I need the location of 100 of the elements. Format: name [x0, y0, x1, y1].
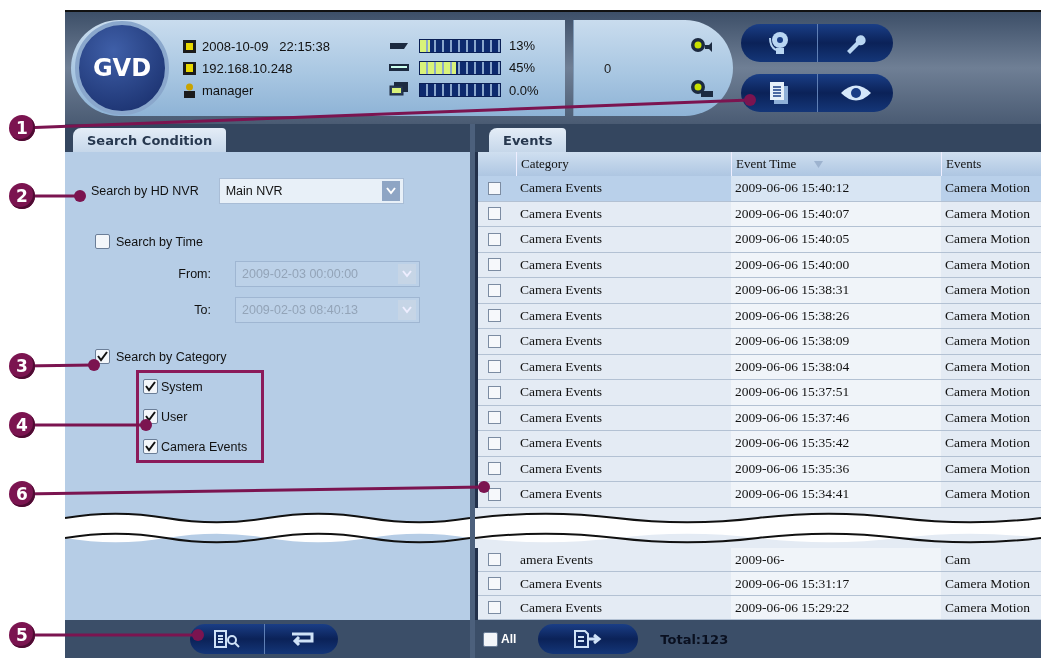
events-tab[interactable]: Events [489, 128, 567, 152]
event-row[interactable]: Camera Events 2009-06-06 15:35:36 Camera Motion [478, 456, 1041, 482]
row-checkbox[interactable] [488, 181, 501, 195]
category-label: System [161, 379, 203, 394]
event-counter: 0 [604, 60, 612, 76]
export-button[interactable] [538, 624, 639, 654]
table-cell-text: Camera Events [519, 408, 604, 427]
select-all-label: All [501, 632, 517, 646]
table-cell-text: Camera Events [519, 281, 604, 300]
event-row[interactable]: Camera Events 2009-06-06 15:40:07 Camera Motion [478, 201, 1041, 227]
event-row[interactable]: Camera Events 2009-06-06 15:38:31 Camera Motion [478, 278, 1041, 304]
row-checkbox[interactable] [488, 334, 501, 348]
event-row[interactable]: Camera Events 2009-06-06 15:35:42 Camera Motion [478, 431, 1041, 457]
table-cell-text: Camera Events [519, 332, 604, 351]
row-checkbox[interactable] [488, 283, 501, 297]
row-checkbox[interactable] [488, 385, 501, 399]
nvr-label: Search by HD NVR [91, 184, 199, 198]
date-icon [183, 39, 196, 53]
row-checkbox[interactable] [488, 360, 501, 374]
row-checkbox[interactable] [488, 553, 501, 566]
nvr-dropdown[interactable]: Main NVR [218, 178, 404, 204]
logo: GVD [75, 21, 169, 115]
row-checkbox[interactable] [488, 462, 501, 476]
row-checkbox[interactable] [488, 232, 501, 246]
checkbox[interactable] [143, 379, 158, 394]
table-cell-text: Camera Events [519, 383, 604, 402]
callout-number: 1 [9, 115, 35, 141]
date-time: 2008-10-09 22:15:38 [202, 38, 330, 54]
search-condition-tab[interactable]: Search Condition [73, 128, 227, 152]
table-cell: 2009-06-06 15:38:04 [731, 354, 941, 379]
row-checkbox[interactable] [488, 309, 501, 323]
view-button[interactable] [817, 74, 893, 112]
table-cell-text: Camera Events [519, 459, 604, 478]
table-cell-text: Camera Motion [944, 179, 1032, 198]
row-checkbox[interactable] [488, 487, 501, 501]
table-cell: 2009-06-06 15:29:22 [731, 596, 941, 619]
chip-icon [388, 40, 410, 51]
list-search-icon [214, 630, 240, 648]
event-row[interactable]: Camera Events 2009-06-06 15:40:12 Camera Motion [478, 176, 1041, 202]
memory-icon [388, 61, 410, 74]
event-row[interactable]: Camera Events 2009-06-06 15:34:41 Camera Motion [478, 482, 1041, 508]
table-cell-text: Camera Motion [944, 306, 1032, 325]
total-count: Total:123 [660, 631, 729, 647]
table-cell: 2009-06-06 15:38:31 [731, 278, 941, 303]
callout-number: 5 [9, 622, 35, 648]
event-row[interactable]: Camera Events 2009-06-06 15:40:00 Camera Motion [478, 252, 1041, 278]
table-cell-text: Camera Motion [944, 332, 1032, 351]
table-cell-text: Camera Events [519, 255, 604, 274]
table-cell-text: Camera Events [519, 485, 604, 504]
table-cell-text: Camera Motion [944, 281, 1032, 300]
row-checkbox[interactable] [488, 577, 501, 590]
table-cell-text: Camera Motion [944, 574, 1032, 593]
callout-number: 6 [9, 481, 35, 507]
table-cell-text: amera Events [519, 550, 595, 569]
camera-icon[interactable] [689, 79, 715, 99]
table-cell: 2009-06-06 15:37:46 [731, 405, 941, 430]
event-row[interactable]: Camera Events 2009-06-06 15:37:51 Camera Motion [478, 380, 1041, 406]
checkbox[interactable] [143, 439, 158, 454]
event-row[interactable]: Camera Events 2009-06-06 15:40:05 Camera Motion [478, 227, 1041, 253]
table-cell: 2009-06-06 15:35:36 [731, 456, 941, 481]
row-checkbox[interactable] [488, 207, 501, 221]
meter-reading: 13% [509, 38, 536, 53]
event-row[interactable]: Camera Events 2009-06-06 15:29:22 Camera Motion [478, 596, 1041, 620]
alarm-button[interactable] [741, 24, 817, 62]
table-cell-text: Camera Motion [944, 255, 1032, 274]
checkbox[interactable] [483, 631, 498, 647]
log-button[interactable] [741, 74, 817, 112]
checkmark-icon [97, 351, 108, 362]
row-checkbox[interactable] [488, 411, 501, 425]
event-row[interactable]: Camera Events 2009-06-06 15:38:09 Camera Motion [478, 329, 1041, 355]
ip-address: 192.168.10.248 [202, 60, 293, 76]
caret-icon [385, 187, 396, 195]
table-cell-text: Camera Events [519, 357, 604, 376]
event-row[interactable]: Camera Events 2009-06-06 15:37:46 Camera Motion [478, 405, 1041, 431]
row-checkbox[interactable] [488, 601, 501, 614]
table-cell-text: Camera Motion [944, 383, 1032, 402]
settings-button[interactable] [817, 24, 893, 62]
export-icon [573, 630, 604, 648]
callout-number: 4 [9, 412, 35, 438]
table-cell-text: Cam [944, 550, 972, 569]
event-row[interactable]: Camera Events 2009-06-06 15:31:17 Camera Motion [478, 572, 1041, 596]
monitor-icon [389, 82, 409, 98]
event-row[interactable]: Camera Events 2009-06-06 15:38:04 Camera Motion [478, 354, 1041, 380]
checkmark-icon [145, 441, 156, 452]
table-cell: 2009-06-06 15:34:41 [731, 482, 941, 507]
category-label: Camera Events [161, 439, 248, 454]
meter-reading: 0.0% [509, 82, 539, 98]
checkmark-icon [145, 411, 156, 422]
row-checkbox[interactable] [488, 258, 501, 272]
return-button[interactable] [264, 624, 338, 654]
search-button[interactable] [190, 624, 264, 654]
return-arrow-icon [289, 631, 314, 647]
time-filter-label: Search by Time [116, 234, 203, 249]
event-row[interactable]: amera Events 2009-06- Cam [478, 548, 1041, 572]
table-cell-text: Camera Motion [944, 459, 1032, 478]
category-filter-label: Search by Category [116, 349, 227, 364]
checkbox[interactable] [95, 234, 110, 249]
meter-reading: 45% [509, 60, 536, 75]
event-row[interactable]: Camera Events 2009-06-06 15:38:26 Camera Motion [478, 303, 1041, 329]
row-checkbox[interactable] [488, 436, 501, 450]
